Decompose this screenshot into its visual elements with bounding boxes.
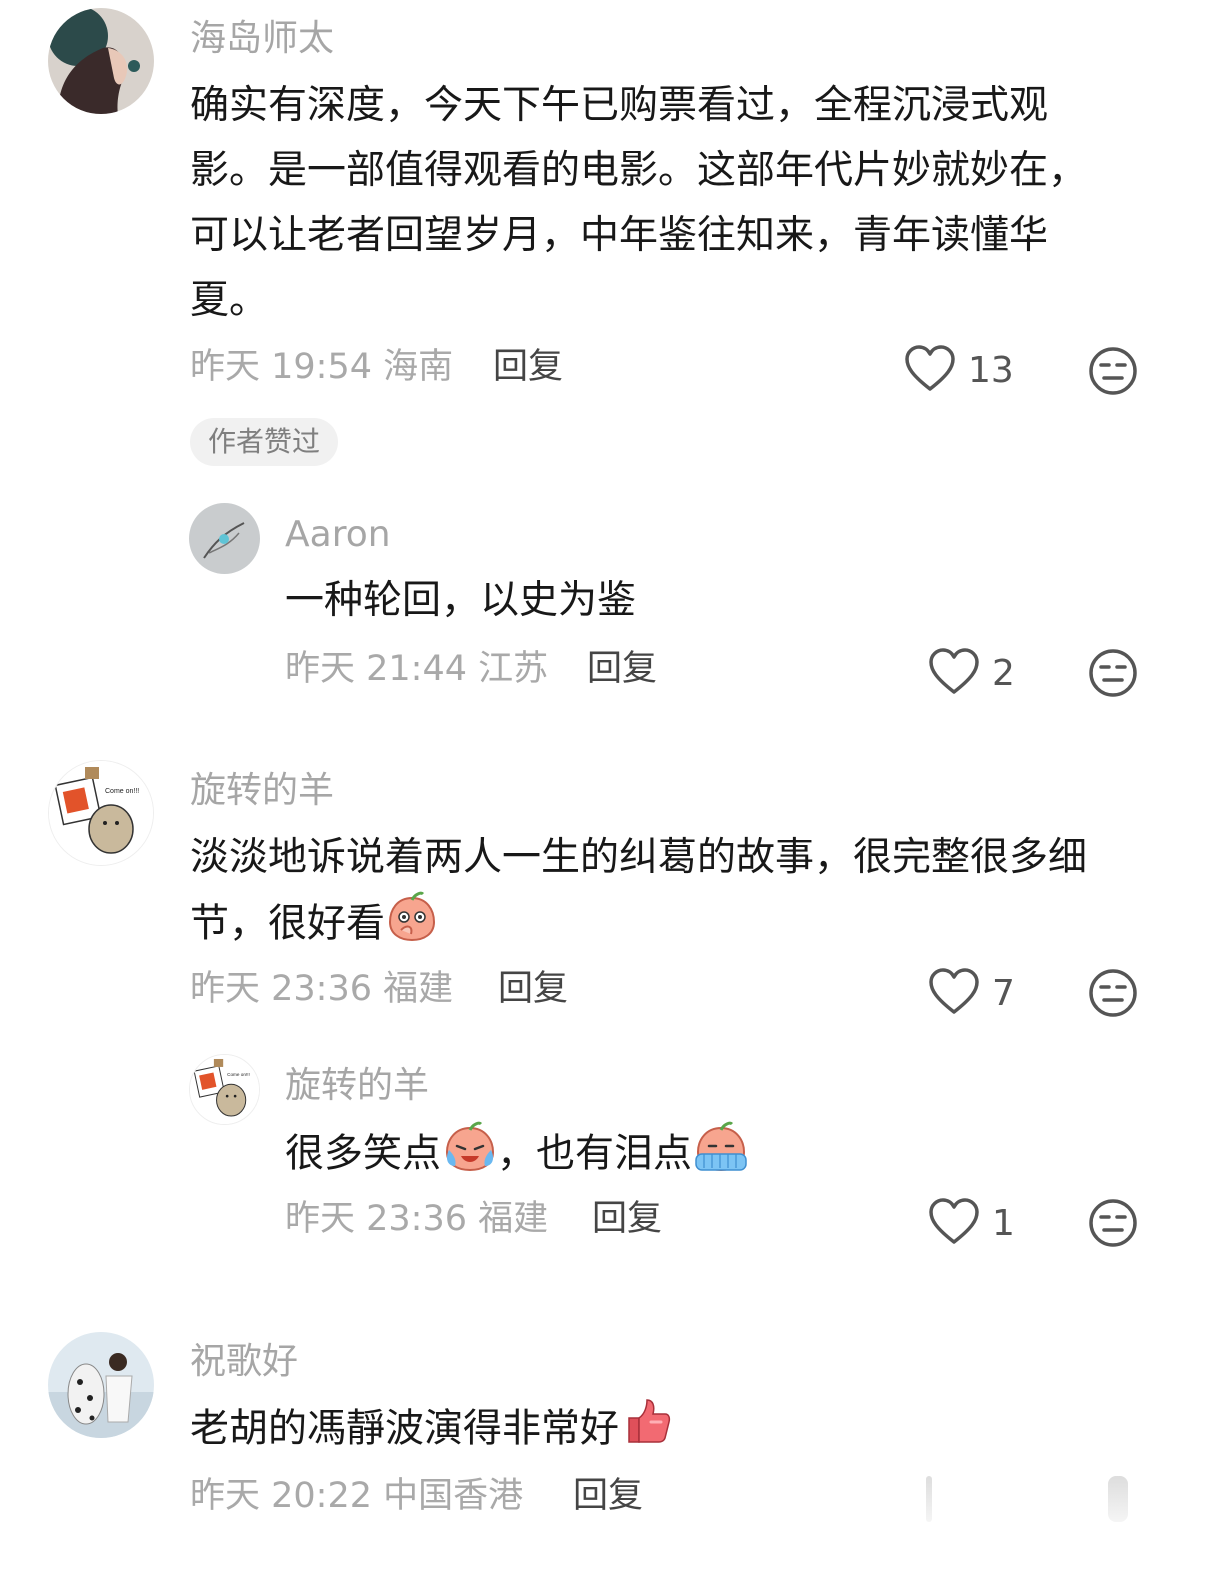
reply-button[interactable]: 回复	[592, 1202, 662, 1237]
reply-text: 很多笑点	[285, 1131, 442, 1177]
comment-text-line: 老胡的馮靜波演得非常好	[190, 1396, 671, 1466]
reply-button[interactable]: 回复	[573, 1479, 643, 1514]
like-button-partial[interactable]	[926, 1476, 932, 1522]
reply-text: 一种轮回，以史为鉴	[285, 578, 637, 623]
dislike-button[interactable]	[1088, 1198, 1138, 1248]
comment-meta: 昨天 23:36 福建	[190, 969, 454, 1009]
heart-icon	[904, 345, 956, 397]
avatar[interactable]	[48, 1332, 154, 1438]
avatar[interactable]: Come on!!!	[189, 1054, 260, 1125]
crying-peach-emoji	[694, 1120, 748, 1192]
like-button[interactable]: 13	[904, 345, 1014, 397]
comment-text-line: 节，很好看	[190, 890, 437, 962]
comment-text: 确实有深度，今天下午已购票看过，全程沉浸式观	[190, 83, 1049, 128]
reply-button[interactable]: 回复	[493, 350, 563, 385]
meh-face-icon	[1088, 649, 1138, 702]
comment-text: 节，很好看	[190, 901, 386, 947]
comment-text: 影。是一部值得观看的电影。这部年代片妙就妙在，	[190, 148, 1088, 193]
thumbs-up-emoji	[621, 1396, 671, 1466]
comment-text: 老胡的馮靜波演得非常好	[190, 1406, 620, 1452]
avatar-caption: Come on!!!	[105, 788, 139, 795]
username[interactable]: 祝歌好	[190, 1344, 298, 1380]
reply-meta: 昨天 23:36 福建	[285, 1199, 549, 1239]
author-liked-badge: 作者赞过	[190, 418, 339, 466]
dislike-button[interactable]	[1088, 648, 1138, 698]
reply-text-line: 很多笑点 ，也有泪点	[285, 1120, 748, 1192]
username[interactable]: 旋转的羊	[285, 1068, 429, 1104]
shy-peach-emoji	[387, 890, 437, 962]
comment-meta: 昨天 20:22 中国香港	[190, 1476, 524, 1516]
avatar[interactable]	[48, 8, 154, 114]
dislike-button-partial[interactable]	[1108, 1476, 1128, 1522]
username[interactable]: Aaron	[285, 517, 391, 553]
heart-icon	[928, 648, 980, 700]
comment-text: 可以让老者回望岁月，中年鉴往知来，青年读懂华	[190, 213, 1049, 258]
avatar-caption: Come on!!!	[227, 1072, 250, 1077]
reply-meta: 昨天 21:44 江苏	[285, 649, 549, 689]
reply-text: ，也有泪点	[497, 1131, 693, 1177]
meh-face-icon	[1088, 1199, 1138, 1252]
like-count: 7	[992, 973, 1015, 1014]
dislike-button[interactable]	[1088, 968, 1138, 1018]
like-button[interactable]: 1	[928, 1198, 1015, 1250]
comment-text: 夏。	[190, 278, 269, 323]
heart-icon	[928, 968, 980, 1020]
dislike-button[interactable]	[1088, 346, 1138, 396]
like-count: 2	[992, 653, 1015, 694]
username[interactable]: 海岛师太	[190, 21, 334, 57]
avatar[interactable]	[189, 503, 260, 574]
meh-face-icon	[1088, 969, 1138, 1022]
reply-button[interactable]: 回复	[498, 972, 568, 1007]
reply-button[interactable]: 回复	[587, 652, 657, 687]
like-button[interactable]: 2	[928, 648, 1015, 700]
avatar[interactable]: Come on!!!	[48, 760, 154, 866]
laugh-cry-peach-emoji	[443, 1120, 497, 1192]
heart-icon	[928, 1198, 980, 1250]
username[interactable]: 旋转的羊	[190, 773, 334, 809]
like-count: 13	[968, 350, 1014, 391]
like-button[interactable]: 7	[928, 968, 1015, 1020]
like-count: 1	[992, 1203, 1015, 1244]
comment-text: 淡淡地诉说着两人一生的纠葛的故事，很完整很多细	[190, 835, 1088, 880]
meh-face-icon	[1088, 347, 1138, 400]
comment-meta: 昨天 19:54 海南	[190, 347, 454, 387]
